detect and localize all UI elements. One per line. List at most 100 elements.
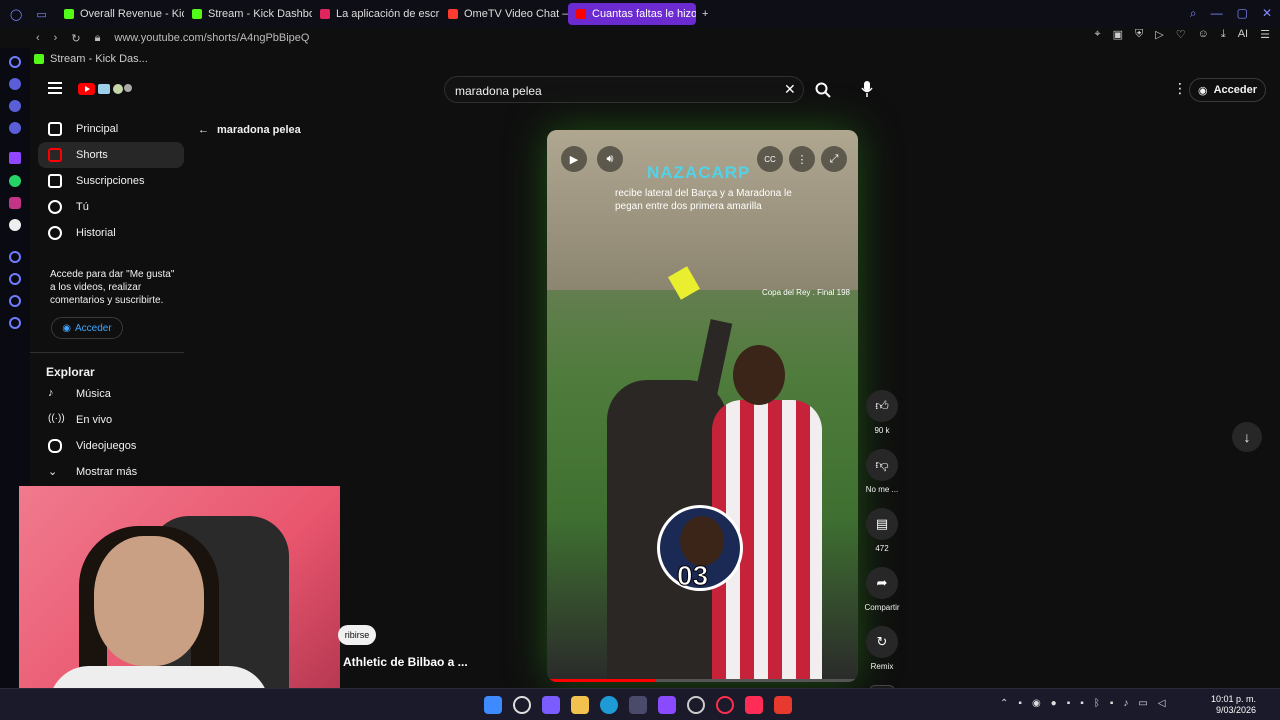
sign-in-button[interactable]: ◉ Acceder bbox=[1188, 78, 1266, 102]
menu-icon[interactable] bbox=[48, 82, 62, 94]
steam-icon[interactable]: ● bbox=[1051, 698, 1057, 709]
close-icon[interactable]: ✕ bbox=[1262, 6, 1272, 21]
sidebar-item-suscripciones[interactable]: Suscripciones bbox=[38, 168, 184, 194]
edge-icon[interactable] bbox=[600, 696, 618, 714]
reload-icon[interactable]: ↻ bbox=[71, 32, 80, 45]
download-icon[interactable]: ⤓ bbox=[1221, 28, 1226, 41]
pin-icon[interactable]: ⌖ bbox=[1094, 28, 1100, 41]
sidebar-item-principal[interactable]: Principal bbox=[38, 116, 184, 142]
minimize-icon[interactable]: — bbox=[1211, 6, 1223, 21]
network-icon[interactable]: ▭ bbox=[1138, 698, 1147, 709]
tray-app-icon[interactable]: ▪ bbox=[1067, 698, 1071, 709]
whatsapp-icon[interactable] bbox=[9, 175, 21, 187]
more-icon[interactable]: ⋮ bbox=[789, 146, 815, 172]
tray-app-icon[interactable]: ◉ bbox=[1032, 698, 1041, 709]
captions-icon[interactable]: CC bbox=[757, 146, 783, 172]
volume-icon[interactable]: ◁ bbox=[1158, 698, 1166, 709]
windows-start-icon[interactable] bbox=[484, 696, 502, 714]
microphone-icon[interactable]: ♪ bbox=[1123, 698, 1128, 709]
shield-icon[interactable]: ⛨ bbox=[1135, 28, 1143, 41]
folder-icon[interactable] bbox=[571, 696, 589, 714]
url-text[interactable]: www.youtube.com/shorts/A4ngPbBipeQ bbox=[114, 32, 309, 44]
sidebar-item-videojuegos[interactable]: Videojuegos bbox=[38, 433, 184, 459]
tab-4[interactable]: Cuantas faltas le hizo Athl bbox=[568, 3, 696, 25]
search-icon[interactable] bbox=[513, 696, 531, 714]
comment-icon[interactable]: ▤ bbox=[866, 508, 898, 540]
youtube-logo[interactable] bbox=[78, 81, 138, 97]
history-icon[interactable] bbox=[9, 56, 21, 68]
extension-icon[interactable] bbox=[9, 78, 21, 90]
player-icon[interactable] bbox=[9, 251, 21, 263]
like-icon[interactable]: 👍︎ bbox=[866, 390, 898, 422]
opera-icon[interactable] bbox=[716, 696, 734, 714]
play-icon[interactable]: ▶ bbox=[561, 146, 587, 172]
address-bar[interactable]: ‹ › ↻ 🔒︎ www.youtube.com/shorts/A4ngPbBi… bbox=[30, 28, 1280, 48]
microphone-icon[interactable] bbox=[861, 81, 873, 97]
tabs-icon[interactable]: ▭ bbox=[36, 8, 46, 21]
copilot-icon[interactable] bbox=[542, 696, 560, 714]
chat-icon[interactable] bbox=[9, 295, 21, 307]
maximize-icon[interactable]: ▢ bbox=[1237, 6, 1248, 21]
chevron-up-icon[interactable]: ⌃ bbox=[1000, 698, 1008, 709]
subscribe-button[interactable]: ribirse bbox=[338, 625, 376, 645]
tray-app-icon[interactable]: ▪ bbox=[1080, 698, 1084, 709]
like-action[interactable]: 👍︎ 90 k bbox=[864, 390, 900, 435]
sidebar-item-musica[interactable]: ♪ Música bbox=[38, 381, 184, 407]
next-short-button[interactable]: ↓ bbox=[1232, 422, 1262, 452]
remix-action[interactable]: ↻ Remix bbox=[864, 626, 900, 671]
clear-icon[interactable]: ✕ bbox=[784, 81, 796, 98]
app-icon[interactable] bbox=[9, 122, 21, 134]
bluetooth-icon[interactable]: ᛒ bbox=[1094, 698, 1100, 709]
comment-action[interactable]: ▤ 472 bbox=[864, 508, 900, 553]
sidebar-item-en-vivo[interactable]: ((·)) En vivo bbox=[38, 407, 184, 433]
progress-bar[interactable] bbox=[547, 679, 858, 682]
clock-icon[interactable] bbox=[9, 273, 21, 285]
back-icon[interactable]: ‹ bbox=[36, 32, 40, 44]
tab-0[interactable]: Overall Revenue - Kick Das bbox=[56, 3, 184, 25]
clock[interactable]: 10:01 p. m. 9/03/2026 bbox=[1211, 694, 1256, 716]
dislike-action[interactable]: 👎︎ No me ... bbox=[864, 449, 900, 494]
game-icon[interactable] bbox=[9, 100, 21, 112]
tiktok-icon[interactable] bbox=[745, 696, 763, 714]
sidebar-item-shorts[interactable]: Shorts bbox=[38, 142, 184, 168]
new-tab-icon[interactable]: + bbox=[696, 8, 708, 20]
remix-icon[interactable]: ↻ bbox=[866, 626, 898, 658]
shorts-player[interactable]: ▶ 🔊︎ CC ⋮ ⤢ NAZACARP recibe lateral del … bbox=[547, 130, 858, 682]
tray-app-icon[interactable]: ▪ bbox=[1110, 698, 1114, 709]
share-action[interactable]: ➦ Compartir bbox=[864, 567, 900, 612]
obs-icon[interactable] bbox=[687, 696, 705, 714]
tab-2[interactable]: La aplicación de escritorio bbox=[312, 3, 440, 25]
search-icon[interactable]: ⌕ bbox=[1190, 6, 1197, 21]
instagram-icon[interactable] bbox=[9, 197, 21, 209]
more-options-icon[interactable]: ⋮ bbox=[1173, 80, 1187, 97]
dislike-icon[interactable]: 👎︎ bbox=[866, 449, 898, 481]
forward-icon[interactable]: › bbox=[54, 32, 58, 44]
play-icon[interactable]: ▷ bbox=[1155, 28, 1163, 41]
sidebar-item-historial[interactable]: Historial bbox=[38, 220, 184, 246]
short-title[interactable]: Athletic de Bilbao a ... bbox=[343, 655, 468, 669]
tiktok-icon[interactable] bbox=[9, 219, 21, 231]
app-icon[interactable] bbox=[774, 696, 792, 714]
heart-icon[interactable]: ♡ bbox=[1176, 28, 1186, 41]
sidebar-sign-in-button[interactable]: ◉ Acceder bbox=[51, 317, 123, 339]
opera-icon[interactable]: ◯ bbox=[10, 8, 22, 21]
search-input[interactable]: maradona pelea bbox=[444, 76, 804, 103]
user-icon[interactable]: ☺ bbox=[1198, 28, 1209, 41]
sidebar-item-tu[interactable]: Tú bbox=[38, 194, 184, 220]
tab-3[interactable]: OmeTV Video Chat — Om bbox=[440, 3, 568, 25]
screenshot-icon[interactable]: ▣ bbox=[1113, 28, 1123, 41]
ai-icon[interactable]: AI bbox=[1238, 28, 1248, 41]
tray-app-icon[interactable]: ▪ bbox=[1018, 698, 1022, 709]
browser-menu[interactable]: ◯ ▭ bbox=[0, 8, 56, 21]
fullscreen-icon[interactable]: ⤢ bbox=[821, 146, 847, 172]
settings-icon[interactable] bbox=[9, 317, 21, 329]
twitch-icon[interactable] bbox=[9, 152, 21, 164]
sidebar-item-mostrar-mas[interactable]: ⌄ Mostrar más bbox=[38, 459, 184, 485]
volume-icon[interactable]: 🔊︎ bbox=[597, 146, 623, 172]
menu-icon[interactable]: ☰ bbox=[1260, 28, 1270, 41]
editor-icon[interactable] bbox=[658, 696, 676, 714]
search-icon[interactable] bbox=[815, 82, 831, 98]
store-icon[interactable] bbox=[629, 696, 647, 714]
bookmark-item[interactable]: Stream - Kick Das... bbox=[50, 53, 148, 65]
share-icon[interactable]: ➦ bbox=[866, 567, 898, 599]
